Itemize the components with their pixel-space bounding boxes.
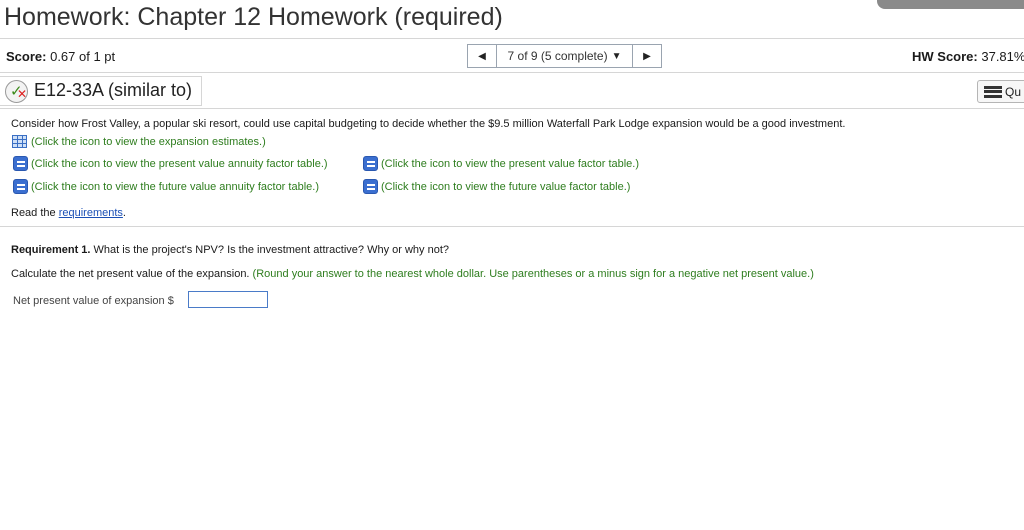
- question-menu-button[interactable]: Qu: [977, 80, 1024, 103]
- expansion-estimates-text: (Click the icon to view the expansion es…: [31, 135, 266, 148]
- pv-annuity-link[interactable]: (Click the icon to view the present valu…: [13, 156, 328, 171]
- instruction-main: Calculate the net present value of the e…: [11, 268, 250, 280]
- fv-annuity-text: (Click the icon to view the future value…: [31, 180, 319, 193]
- score-label: Score:: [6, 49, 47, 64]
- fv-factor-text: (Click the icon to view the future value…: [381, 180, 631, 193]
- score-value: 0.67 of 1 pt: [50, 49, 116, 64]
- document-icon[interactable]: [13, 156, 28, 171]
- instruction-hint: (Round your answer to the nearest whole …: [249, 268, 814, 280]
- intro-text: Consider how Frost Valley, a popular ski…: [11, 118, 846, 130]
- triangle-left-icon: ◀: [478, 50, 486, 62]
- top-bar-decoration: [877, 0, 1024, 9]
- score: Score: 0.67 of 1 pt: [6, 49, 115, 64]
- question-select-dropdown[interactable]: 7 of 9 (5 complete) ▼: [497, 44, 632, 68]
- divider: [0, 226, 1024, 227]
- npv-input[interactable]: [188, 291, 268, 308]
- read-requirements-suffix: .: [122, 207, 126, 219]
- document-icon[interactable]: [13, 179, 28, 194]
- read-requirements-prefix: Read the: [11, 207, 59, 219]
- requirements-link[interactable]: requirements: [59, 207, 123, 219]
- instruction-text: Calculate the net present value of the e…: [11, 268, 814, 280]
- divider: [0, 72, 1024, 73]
- divider: [0, 38, 1024, 39]
- answer-label: Net present value of expansion $: [13, 295, 174, 307]
- divider: [0, 108, 1024, 109]
- fv-factor-link[interactable]: (Click the icon to view the future value…: [363, 179, 630, 194]
- requirement-question: What is the project's NPV? Is the invest…: [90, 244, 449, 256]
- pv-factor-text: (Click the icon to view the present valu…: [381, 157, 640, 170]
- expansion-estimates-link[interactable]: (Click the icon to view the expansion es…: [12, 135, 266, 148]
- list-icon: [984, 85, 1002, 98]
- read-requirements: Read the requirements.: [11, 207, 126, 219]
- hw-score: HW Score: 37.81%: [912, 49, 1024, 64]
- question-menu-label: Qu: [1005, 84, 1022, 99]
- table-icon[interactable]: [12, 135, 27, 148]
- triangle-down-icon: ▼: [611, 50, 622, 62]
- fv-annuity-link[interactable]: (Click the icon to view the future value…: [13, 179, 319, 194]
- triangle-right-icon: ▶: [643, 50, 651, 62]
- document-icon[interactable]: [363, 156, 378, 171]
- question-position: 7 of 9 (5 complete): [507, 49, 608, 63]
- requirement-label: Requirement 1.: [11, 244, 91, 256]
- next-question-button[interactable]: ▶: [632, 44, 662, 68]
- question-navigator: ◀ 7 of 9 (5 complete) ▼ ▶: [467, 44, 662, 68]
- document-icon[interactable]: [363, 179, 378, 194]
- pv-annuity-text: (Click the icon to view the present valu…: [31, 157, 328, 170]
- hw-score-value: 37.81%: [981, 49, 1024, 64]
- page-title: Homework: Chapter 12 Homework (required): [4, 3, 503, 31]
- partially-correct-icon: ✓ ✕: [5, 80, 28, 103]
- hw-score-label: HW Score:: [912, 49, 978, 64]
- requirement-text: Requirement 1. What is the project's NPV…: [11, 244, 449, 256]
- pv-factor-link[interactable]: (Click the icon to view the present valu…: [363, 156, 639, 171]
- question-id: E12-33A (similar to): [34, 80, 193, 100]
- previous-question-button[interactable]: ◀: [467, 44, 497, 68]
